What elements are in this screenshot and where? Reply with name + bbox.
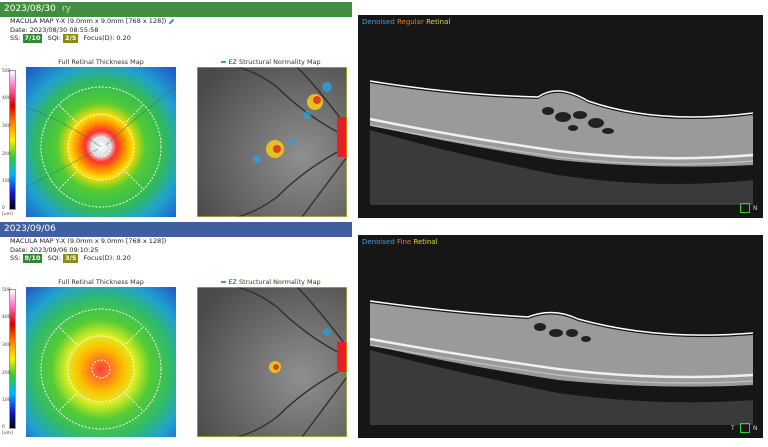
scale-tick: 300 (2, 124, 11, 129)
scale-unit: [um] (2, 212, 13, 217)
ez-legend-icon (221, 281, 227, 283)
exam-header-1[interactable]: 2023/08/30 ry (0, 2, 352, 17)
sqi-label: SQI: (47, 254, 61, 262)
focus-value: Focus(D): 0.20 (83, 34, 131, 42)
ez-map-1[interactable] (197, 67, 347, 217)
roi-box[interactable] (740, 203, 750, 213)
scale-tick: 100 (2, 179, 11, 184)
ez-legend-icon (221, 61, 227, 63)
ez-map-title-2: EZ Structural Normality Map (197, 278, 345, 286)
exam-date-suffix: ry (61, 4, 71, 14)
scale-tick: 300 (2, 343, 11, 348)
scale-tick: 200 (2, 152, 11, 157)
scale-tick: 500 (2, 69, 11, 74)
sqi-label: SQI: (47, 34, 61, 42)
exam-header-2[interactable]: 2023/09/06 (0, 222, 352, 237)
thickness-scale-bar-1 (9, 70, 16, 210)
scale-unit: [um] (2, 431, 13, 436)
oct-bscan-1[interactable]: Denoised Regular Retinal N (358, 15, 763, 218)
exam-date: 2023/09/06 (4, 224, 56, 234)
ez-map-title-text: EZ Structural Normality Map (228, 278, 321, 286)
thickness-map-2[interactable] (26, 287, 176, 437)
thickness-scale-bar-2 (9, 289, 16, 429)
roi-label: N (753, 425, 758, 432)
sqi-badge: 3/5 (63, 254, 79, 263)
scan-date: Date: 2023/08/30 08:55:58 (10, 25, 99, 34)
scan-date: Date: 2023/09/06 09:10:25 (10, 245, 99, 254)
ez-map-title-1: EZ Structural Normality Map (197, 58, 345, 66)
scan-info-1: MACULA MAP Y-X (9.0mm x 9.0mm [768 x 128… (10, 17, 175, 43)
scale-tick: 200 (2, 371, 11, 376)
scan-label: MACULA MAP Y-X (9.0mm x 9.0mm [768 x 128… (10, 237, 167, 245)
scale-tick: 100 (2, 398, 11, 403)
scale-tick: 400 (2, 96, 11, 101)
roi-prefix-label: T (731, 425, 735, 432)
ez-map-2[interactable] (197, 287, 347, 437)
scan-info-2: MACULA MAP Y-X (9.0mm x 9.0mm [768 x 128… (10, 237, 166, 263)
scale-tick: 0 (2, 425, 5, 430)
ss-badge: 7/10 (22, 34, 43, 43)
roi-label: N (753, 205, 758, 212)
ez-map-title-text: EZ Structural Normality Map (228, 58, 321, 66)
scale-tick: 400 (2, 315, 11, 320)
scan-label: MACULA MAP Y-X (9.0mm x 9.0mm [768 x 128… (10, 17, 167, 25)
thickness-map-title-2: Full Retinal Thickness Map (58, 278, 144, 286)
ss-badge: 8/10 (22, 254, 43, 263)
sqi-badge: 2/5 (63, 34, 79, 43)
roi-box[interactable] (740, 423, 750, 433)
ss-label: SS: (10, 254, 21, 262)
scale-tick: 500 (2, 288, 11, 293)
focus-value: Focus(D): 0.20 (83, 254, 131, 262)
oct-bscan-2[interactable]: Denoised Fine Retinal T N (358, 235, 763, 438)
thickness-map-title-1: Full Retinal Thickness Map (58, 58, 144, 66)
ss-label: SS: (10, 34, 21, 42)
exam-date: 2023/08/30 (4, 4, 56, 14)
thickness-map-1[interactable] (26, 67, 176, 217)
pencil-edit-icon[interactable] (168, 18, 175, 25)
scale-tick: 0 (2, 206, 5, 211)
